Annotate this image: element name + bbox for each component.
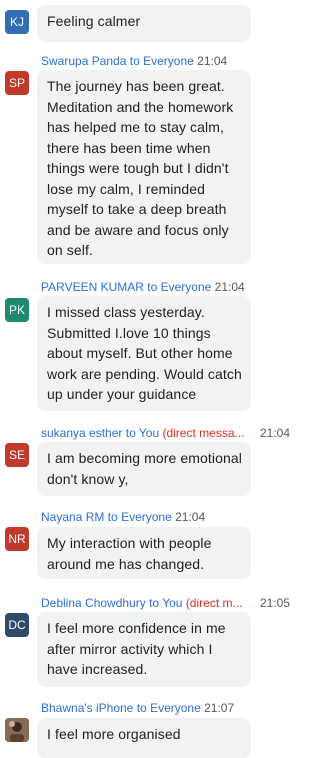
recipient-name: Everyone (150, 701, 201, 715)
sender-name: PARVEEN KUMAR (41, 280, 144, 294)
recipient-name: Everyone (160, 280, 212, 294)
message-time: 21:04 (214, 280, 245, 294)
person-photo-icon (5, 718, 29, 742)
message-text: I feel more organised (37, 718, 251, 758)
to-label: to (147, 280, 158, 294)
recipient-name: You (138, 426, 160, 440)
avatar (5, 718, 29, 742)
message-header: PARVEEN KUMAR to Everyone 21:04 (41, 279, 290, 295)
recipient-name: You (162, 596, 183, 610)
message-header: Deblina Chowdhury to You (direct m... 21… (41, 595, 290, 611)
sender-name: Deblina Chowdhury (41, 596, 146, 610)
message-time: 21:04 (175, 510, 206, 524)
direct-message-label: (direct m... (185, 596, 243, 610)
message-time: 21:07 (204, 701, 235, 715)
to-label: to (149, 596, 160, 610)
sender-name: Swarupa Panda (41, 54, 127, 68)
sender-name: Nayana RM (41, 510, 105, 524)
chat-message-list[interactable]: KJ Feeling calmer SP Swarupa Panda to Ev… (0, 0, 296, 758)
message-text: I feel more confidence in me after mirro… (37, 612, 251, 687)
avatar: KJ (5, 10, 29, 34)
message-header: sukanya esther to You (direct messa... 2… (41, 425, 290, 441)
message-text: Feeling calmer (37, 5, 251, 42)
avatar: DC (5, 613, 29, 637)
message-header: Bhawna's iPhone to Everyone 21:07 (41, 700, 290, 716)
to-label: to (107, 510, 118, 524)
avatar: SE (5, 443, 29, 467)
message-header: Swarupa Panda to Everyone 21:04 (41, 53, 290, 69)
avatar: NR (5, 527, 29, 551)
message-text: I missed class yesterday. Submitted I.lo… (37, 296, 251, 411)
message-time: 21:04 (197, 54, 228, 68)
direct-message-label: (direct messa... (162, 426, 245, 440)
message-text: The journey has been great. Meditation a… (37, 70, 251, 264)
avatar: PK (5, 298, 29, 322)
to-label: to (136, 701, 147, 715)
recipient-name: Everyone (143, 54, 194, 68)
message-header: Nayana RM to Everyone 21:04 (41, 509, 290, 525)
message-time: 21:05 (259, 596, 290, 610)
message-text: I am becoming more emotional don't know … (37, 442, 251, 496)
recipient-name: Everyone (121, 510, 172, 524)
avatar: SP (5, 71, 29, 95)
message-text: My interaction with people around me has… (37, 527, 251, 579)
to-label: to (129, 54, 140, 68)
sender-name: sukanya esther (41, 426, 123, 440)
sender-name: Bhawna's iPhone (41, 701, 134, 715)
to-label: to (125, 426, 136, 440)
message-time: 21:04 (259, 426, 290, 440)
